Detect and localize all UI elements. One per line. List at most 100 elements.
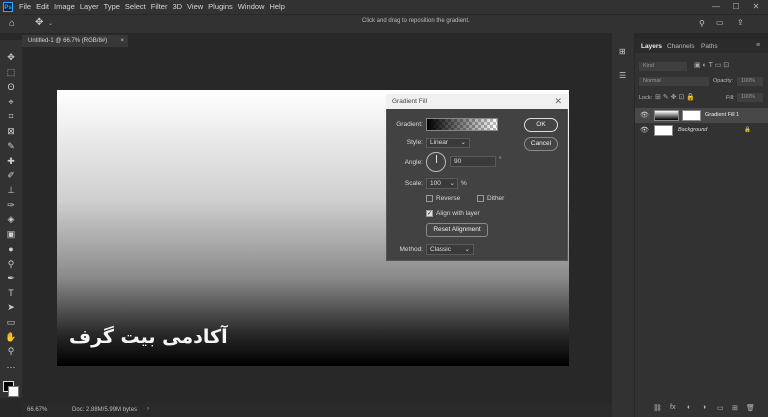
angle-input[interactable]: 90 (450, 156, 496, 167)
minimize-button[interactable]: — (706, 0, 726, 14)
gradient-icon[interactable]: ▣ (5, 229, 17, 239)
close-window-button[interactable]: ✕ (746, 0, 766, 14)
method-value: Classic (430, 246, 451, 253)
method-select[interactable]: Classic ⌄ (426, 244, 474, 255)
move-tool-icon[interactable]: ✥ (35, 17, 43, 28)
panel-menu-icon[interactable]: ≡ (756, 42, 760, 49)
tab-paths[interactable]: Paths (701, 43, 718, 50)
menu-file[interactable]: File (19, 2, 31, 11)
style-select[interactable]: Linear ⌄ (426, 138, 470, 148)
link-layers-icon[interactable]: ⛓ (653, 404, 662, 412)
workspace-icon[interactable]: ▭ (716, 18, 724, 27)
stamp-icon[interactable]: ⊥ (5, 185, 17, 195)
shape-icon[interactable]: ▭ (5, 317, 17, 327)
close-tab-icon[interactable]: × (120, 35, 124, 47)
hand-icon[interactable]: ✋ (5, 332, 17, 342)
menu-filter[interactable]: Filter (151, 2, 168, 11)
collapsed-panels-strip (612, 32, 634, 417)
menu-edit[interactable]: Edit (36, 2, 49, 11)
menu-image[interactable]: Image (54, 2, 75, 11)
filter-icons[interactable]: ▣ ◐ T ▭ ⊡ (694, 61, 729, 69)
close-icon[interactable]: ✕ (554, 94, 562, 109)
trash-icon[interactable]: 🗑 (746, 404, 755, 412)
cancel-button[interactable]: Cancel (524, 137, 558, 151)
status-bar: 66.67% Doc: 2.88M/5.99M bytes › (22, 404, 632, 417)
eye-icon[interactable]: 👁 (640, 108, 649, 123)
gradient-label: Gradient: (396, 121, 423, 128)
blur-icon[interactable]: ● (5, 244, 17, 254)
layer-name[interactable]: Background (678, 123, 707, 138)
dodge-icon[interactable]: ⚲ (5, 259, 17, 269)
chevron-down-icon: ⌄ (464, 246, 470, 253)
fill-input[interactable]: 100% (737, 93, 763, 102)
zoom-level[interactable]: 66.67% (27, 407, 47, 413)
align-with-layer-checkbox[interactable]: ✓ (426, 210, 433, 217)
more-tools-icon[interactable]: ⋯ (5, 362, 17, 372)
share-icon[interactable]: ⇪ (737, 18, 744, 27)
zoom-icon[interactable]: ⚲ (5, 346, 17, 356)
blend-mode-select[interactable]: Normal (639, 77, 709, 86)
menu-help[interactable]: Help (269, 2, 284, 11)
path-select-icon[interactable]: ➤ (5, 302, 17, 312)
layer-row[interactable]: 👁 Background 🔒 (635, 123, 768, 138)
canvas-watermark-text: آکادمی بیت گرف (69, 326, 228, 348)
frame-icon[interactable]: ⊠ (5, 126, 17, 136)
menu-3d[interactable]: 3D (172, 2, 182, 11)
properties-icon[interactable]: ⊞ (619, 47, 626, 56)
layer-filter-kind[interactable]: Kind (639, 62, 687, 71)
move-icon[interactable]: ✥ (5, 52, 17, 62)
eraser-icon[interactable]: ◈ (5, 214, 17, 224)
search-icon[interactable]: ⚲ (699, 19, 705, 28)
pen-icon[interactable]: ✒ (5, 273, 17, 283)
marquee-icon[interactable]: ⬚ (5, 67, 17, 77)
add-mask-icon[interactable]: ◐ (687, 404, 691, 411)
crop-icon[interactable]: ⌗ (5, 111, 17, 121)
menu-bar: Ps File Edit Image Layer Type Select Fil… (0, 0, 768, 14)
menu-plugins[interactable]: Plugins (208, 2, 233, 11)
scale-input[interactable]: 100 ⌄ (426, 178, 458, 189)
reverse-checkbox[interactable] (426, 195, 433, 202)
type-icon[interactable]: T (5, 288, 17, 298)
status-arrow-icon[interactable]: › (147, 406, 149, 412)
gradient-dropdown-icon[interactable]: ⌄ (490, 119, 496, 127)
menu-layer[interactable]: Layer (80, 2, 99, 11)
lock-label: Lock: (639, 95, 653, 101)
angle-label: Angle: (404, 159, 423, 166)
layer-mask-thumbnail[interactable] (682, 110, 701, 121)
dither-checkbox[interactable] (477, 195, 484, 202)
opacity-input[interactable]: 100% (737, 77, 763, 86)
tab-layers[interactable]: Layers (641, 43, 662, 50)
brush-icon[interactable]: ✐ (5, 170, 17, 180)
document-tab[interactable]: Untitled-1 @ 66.7% (RGB/8#) × (22, 35, 128, 47)
fx-icon[interactable]: fx (670, 404, 675, 411)
history-brush-icon[interactable]: ✑ (5, 200, 17, 210)
ok-button[interactable]: OK (524, 118, 558, 132)
menu-select[interactable]: Select (125, 2, 146, 11)
home-icon[interactable]: ⌂ (9, 18, 15, 29)
adjustment-layer-icon[interactable]: ◑ (702, 404, 706, 411)
eyedropper-icon[interactable]: ✎ (5, 141, 17, 151)
maximize-button[interactable]: ☐ (726, 0, 746, 14)
eye-icon[interactable]: 👁 (640, 123, 649, 138)
layer-row[interactable]: 👁 Gradient Fill 1 (635, 108, 768, 123)
reset-alignment-button[interactable]: Reset Alignment (426, 223, 488, 237)
dialog-title-bar[interactable]: Gradient Fill ✕ (386, 94, 568, 109)
tab-channels[interactable]: Channels (667, 43, 694, 50)
menu-view[interactable]: View (187, 2, 203, 11)
angle-dial[interactable] (426, 152, 446, 172)
opacity-label: Opacity: (713, 78, 734, 84)
menu-type[interactable]: Type (104, 2, 120, 11)
healing-icon[interactable]: ✚ (5, 156, 17, 166)
quick-select-icon[interactable]: ⌖ (5, 97, 17, 107)
photoshop-logo-icon[interactable]: Ps (3, 2, 13, 12)
group-icon[interactable]: ▭ (717, 404, 724, 412)
layer-name[interactable]: Gradient Fill 1 (705, 108, 739, 123)
gradient-preview[interactable] (426, 118, 498, 131)
menu-window[interactable]: Window (238, 2, 265, 11)
adjustments-icon[interactable]: ☰ (619, 71, 626, 80)
lock-icons[interactable]: ⊞ ✎ ✥ ⊡ 🔒 (655, 93, 695, 101)
new-layer-icon[interactable]: ⊞ (732, 404, 738, 412)
background-color-swatch[interactable] (8, 386, 19, 397)
lasso-icon[interactable]: ʘ (5, 82, 17, 92)
chevron-down-icon[interactable]: ⌄ (48, 20, 53, 27)
